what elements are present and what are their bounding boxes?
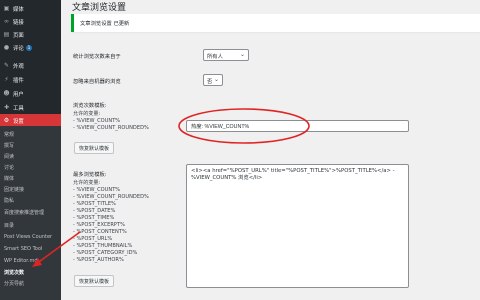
sidebar-item-label: 设置 [13,118,24,125]
sidebar-item-media[interactable]: ▣ 媒体 [0,2,61,15]
submenu-item-privacy[interactable]: 隐私 [4,197,14,204]
submenu-item-smart-seo[interactable]: Smart SEO Tool [4,246,42,252]
sidebar-item-links[interactable]: ∞ 链接 [0,15,61,28]
user-icon: ☻ [3,90,10,97]
sidebar-item-label: 媒体 [13,6,24,13]
link-icon: ∞ [4,18,9,25]
exclude-bots-select[interactable]: 否 ⌄ [203,74,223,86]
wrench-icon: ✚ [3,104,10,111]
settings-icon: ⚙ [3,117,10,124]
exclude-bots-label: 忽略来自机器的浏览 [73,79,121,85]
exclude-bots-value: 否 [207,79,213,85]
submenu-item-baidu-push[interactable]: 百度搜索推送管理 [4,209,44,216]
media-icon: ▣ [3,5,10,12]
submenu-item-general[interactable]: 常规 [4,131,14,138]
sidebar-item-label: 页面 [13,32,24,39]
page-icon: ▤ [3,31,10,38]
sidebar-item-appearance[interactable]: ✎ 外观 [0,59,61,72]
plugin-icon: ⚡ [4,76,9,83]
submenu-item-pagenavi[interactable]: 分页导航 [4,280,24,287]
page-title: 文章浏览设置 [72,3,127,13]
sidebar-item-comments[interactable]: ● 评论 1 [0,41,61,54]
sidebar-item-label: 评论 [13,45,24,52]
sidebar-item-users[interactable]: ☻ 用户 [0,87,61,100]
views-template-help: 允许的变量: - %VIEW_COUNT% - %VIEW_COUNT_ROUN… [73,111,149,131]
submenu-item-discussion[interactable]: 讨论 [4,164,14,171]
most-viewed-template-textarea[interactable]: <li><a href="%POST_URL%" title="%POST_TI… [186,164,409,288]
views-template-label: 浏览次数模板: [73,103,107,109]
most-viewed-template-label: 最多浏览模板: [73,172,107,178]
sidebar-item-pages[interactable]: ▤ 页面 [0,28,61,41]
count-self-label: 统计浏览次数来自于 [73,54,121,60]
submenu-item-media[interactable]: 媒体 [4,175,14,182]
admin-sidebar: ▣ 媒体 ∞ 链接 ▤ 页面 ● 评论 1 ✎ 外观 ⚡ 插件 ☻ 用户 ✚ 工… [0,0,61,300]
sidebar-item-label: 外观 [13,63,24,70]
submenu-item-reading[interactable]: 阅读 [4,153,14,160]
submenu-item-writing[interactable]: 撰写 [4,142,14,149]
restore-default-button-2[interactable]: 恢复默认模板 [74,275,115,287]
count-self-value: 所有人 [207,54,223,60]
sidebar-item-label: 用户 [13,91,24,98]
views-template-input[interactable] [186,120,409,132]
sidebar-item-label: 链接 [13,19,24,26]
sidebar-item-tools[interactable]: ✚ 工具 [0,101,61,114]
restore-default-button[interactable]: 恢复默认模板 [74,142,115,154]
sidebar-item-label: 插件 [13,77,24,84]
chevron-down-icon: ⌄ [239,51,245,58]
sidebar-item-plugins[interactable]: ⚡ 插件 [0,73,61,86]
comment-count-badge: 1 [25,44,33,51]
submenu-item-permalinks[interactable]: 固定链接 [4,186,24,193]
submenu-item-wp-editor-md[interactable]: WP Editor.md [4,258,38,264]
brush-icon: ✎ [3,62,10,69]
chevron-down-icon: ⌄ [213,76,219,83]
submenu-item-views[interactable]: 浏览次数 [4,269,24,276]
count-self-select[interactable]: 所有人 ⌄ [203,49,249,61]
success-notice: 文章浏览设置 已更新 [71,14,480,32]
main-content: 文章浏览设置 文章浏览设置 已更新 统计浏览次数来自于 所有人 ⌄ 忽略来自机器… [61,0,480,300]
most-viewed-template-help: 允许的变量: - %VIEW_COUNT% - %VIEW_COUNT_ROUN… [73,180,149,263]
sidebar-item-label: 工具 [13,105,24,112]
settings-submenu: 常规 撰写 阅读 讨论 媒体 固定链接 隐私 百度搜索推送管理 目录 Post … [0,126,61,300]
submenu-item-post-views-counter[interactable]: Post Views Counter [4,234,52,240]
comment-icon: ● [3,44,10,51]
submenu-item-toc[interactable]: 目录 [4,222,14,229]
